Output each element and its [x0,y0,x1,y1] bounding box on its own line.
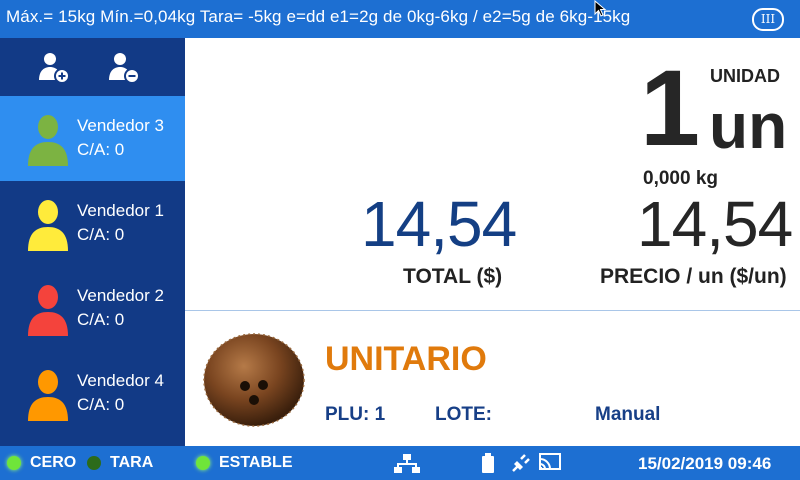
quantity-unit: un [709,90,788,162]
vendor-item-1[interactable]: Vendedor 1 C/A: 0 [0,181,185,266]
stable-led-indicator [196,456,210,470]
zero-label: CERO [30,454,77,471]
product-type: UNITARIO [325,340,487,378]
vendor-count: C/A: 0 [77,225,125,244]
add-user-icon [39,53,70,84]
sale-mode-label: UNIDAD [710,66,780,86]
vendor-avatar-icon [28,370,68,421]
vendor-count: C/A: 0 [77,395,125,414]
tare-led-indicator [87,456,101,470]
vendor-name: Vendedor 4 [77,371,164,390]
section-divider [185,310,800,311]
total-label: TOTAL ($) [403,265,503,288]
price-value: 14,54 [637,188,793,260]
price-label: PRECIO / un ($/un) [600,265,787,288]
vendor-item-4[interactable]: Vendedor 4 C/A: 0 [0,351,185,436]
total-value: 14,54 [361,188,517,260]
weight-readout: 0,000 kg [643,168,718,189]
vendor-avatar-icon [28,285,68,336]
vendor-item-3[interactable]: Vendedor 3 C/A: 0 [0,96,185,181]
network-icon [394,454,420,473]
vendor-item-2[interactable]: Vendedor 2 C/A: 0 [0,266,185,351]
main-display: UNIDAD 1 un 0,000 kg 14,54 TOTAL ($) 14,… [185,38,800,446]
vendor-avatar-icon [28,200,68,251]
tare-label: TARA [110,454,154,471]
mouse-cursor-icon [594,0,607,17]
date-time: 15/02/2019 09:46 [638,454,772,473]
top-bar: Máx.= 15kg Mín.=0,04kg Tara= -5kg e=dd e… [0,0,800,38]
vendor-name: Vendedor 1 [77,201,164,220]
remove-user-icon [109,53,140,84]
vendor-name: Vendedor 3 [77,116,164,135]
quantity-value: 1 [640,47,701,168]
plu-field: PLU: 1 [325,404,386,425]
coconut-product-image[interactable] [197,328,307,428]
vendor-count: C/A: 0 [77,140,125,159]
vendor-avatar-icon [28,115,68,166]
vendor-count: C/A: 0 [77,310,125,329]
vendor-actions [0,38,185,96]
vendor-name: Vendedor 2 [77,286,164,305]
lote-field: LOTE: [435,404,492,425]
power-plug-icon [512,454,530,472]
add-vendor-button[interactable] [34,48,74,88]
entry-mode: Manual [595,404,661,425]
vendor-sidebar: Vendedor 3 C/A: 0 Vendedor 1 C/A: 0 Vend… [0,38,185,446]
cast-screen-icon[interactable] [538,452,562,472]
battery-icon [482,453,494,473]
remove-vendor-button[interactable] [104,48,144,88]
scale-legal-info: Máx.= 15kg Mín.=0,04kg Tara= -5kg e=dd e… [6,7,631,26]
status-bar: CERO TARA ESTABLE 15/02/2019 09:46 [0,446,800,480]
zero-led-indicator [7,456,21,470]
accuracy-class-badge[interactable]: III [752,8,784,31]
stable-label: ESTABLE [219,454,293,471]
